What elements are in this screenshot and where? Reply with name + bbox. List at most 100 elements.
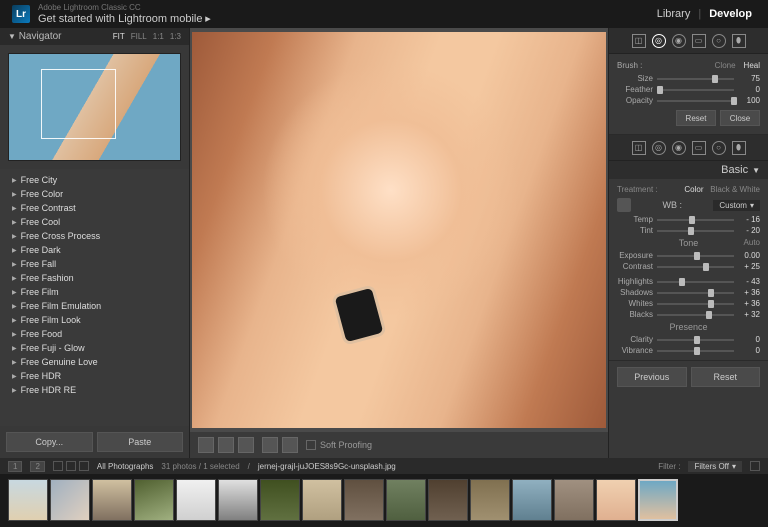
graduated-filter-icon-2[interactable]: ▭ [692,141,706,155]
highlights-slider[interactable] [657,278,734,286]
brush-close-button[interactable]: Close [720,110,760,126]
preset-folder[interactable]: ▶Free Food [0,327,189,341]
navigator-collapse-icon[interactable]: ▼ [8,32,16,41]
auto-tone-button[interactable]: Auto [744,238,760,247]
contrast-slider[interactable] [657,263,734,271]
brush-heal-tab[interactable]: Heal [744,61,760,70]
radial-filter-icon-2[interactable]: ○ [712,141,726,155]
crop-tool-icon[interactable]: ◫ [632,34,646,48]
copy-button[interactable]: Copy... [6,432,93,452]
reset-button[interactable]: Reset [691,367,761,387]
zoom-fill[interactable]: FILL [131,32,147,41]
filter-select[interactable]: Filters Off▾ [688,461,742,472]
previous-button[interactable]: Previous [617,367,687,387]
preset-folder[interactable]: ▶Free Cool [0,215,189,229]
preset-folder[interactable]: ▶Free Fuji - Glow [0,341,189,355]
before-after-lr-icon[interactable] [218,437,234,453]
treatment-color[interactable]: Color [684,185,703,194]
spot-removal-tool-icon-2[interactable]: ◎ [652,141,666,155]
clarity-slider[interactable] [657,336,734,344]
adjustment-brush-icon[interactable]: ⬮ [732,34,746,48]
brush-clone-tab[interactable]: Clone [715,61,736,70]
thumbnail[interactable] [260,479,300,521]
temp-slider[interactable] [657,216,734,224]
redeye-tool-icon[interactable]: ◉ [672,34,686,48]
treatment-bw[interactable]: Black & White [710,185,760,194]
navigator-label: Navigator [19,31,62,42]
thumbnail[interactable] [386,479,426,521]
thumbnail[interactable] [344,479,384,521]
thumbnail[interactable] [8,479,48,521]
shadows-slider[interactable] [657,289,734,297]
zoom-fit[interactable]: FIT [113,32,125,41]
tint-slider[interactable] [657,227,734,235]
size-slider[interactable] [657,75,734,83]
preset-folder[interactable]: ▶Free Film Look [0,313,189,327]
loupe-view-icon[interactable] [198,437,214,453]
thumbnail-selected[interactable] [638,479,678,521]
thumbnail[interactable] [302,479,342,521]
grid-view-icon[interactable] [53,461,63,471]
blacks-slider[interactable] [657,311,734,319]
preset-folder[interactable]: ▶Free Genuine Love [0,355,189,369]
nav-fwd-icon[interactable] [79,461,89,471]
thumbnail[interactable] [428,479,468,521]
brush-reset-button[interactable]: Reset [676,110,716,126]
navigator-view-rect[interactable] [41,69,116,139]
zoom-1-1[interactable]: 1:1 [153,32,164,41]
nav-back-icon[interactable] [66,461,76,471]
identity-arrow-icon[interactable]: ▸ [205,13,211,25]
preset-folder[interactable]: ▶Free Cross Process [0,229,189,243]
before-after-tb-icon[interactable] [238,437,254,453]
filmstrip[interactable] [0,474,768,526]
thumbnail[interactable] [134,479,174,521]
vibrance-slider[interactable] [657,347,734,355]
feather-slider[interactable] [657,86,734,94]
module-develop[interactable]: Develop [705,6,756,22]
display-2[interactable]: 2 [30,461,44,472]
thumbnail[interactable] [470,479,510,521]
redeye-tool-icon-2[interactable]: ◉ [672,141,686,155]
basic-panel-label[interactable]: Basic [721,164,748,176]
preset-folder[interactable]: ▶Free Fashion [0,271,189,285]
thumbnail[interactable] [554,479,594,521]
preset-folder[interactable]: ▶Free Color [0,187,189,201]
graduated-filter-icon[interactable]: ▭ [692,34,706,48]
wb-picker-icon[interactable] [617,198,631,212]
filter-lock-icon[interactable] [750,461,760,471]
paste-button[interactable]: Paste [97,432,184,452]
identity-title[interactable]: Get started with Lightroom mobile [38,13,202,25]
basic-collapse-icon[interactable]: ▼ [752,166,760,175]
preset-folder[interactable]: ▶Free Contrast [0,201,189,215]
preset-folder[interactable]: ▶Free Film [0,285,189,299]
thumbnail[interactable] [92,479,132,521]
preset-folder[interactable]: ▶Free HDR [0,369,189,383]
navigator-preview[interactable] [8,53,181,161]
breadcrumb[interactable]: All Photographs [97,462,153,471]
whites-slider[interactable] [657,300,734,308]
main-photo[interactable] [192,32,606,428]
display-1[interactable]: 1 [8,461,22,472]
thumbnail[interactable] [176,479,216,521]
preset-folder[interactable]: ▶Free Fall [0,257,189,271]
zoom-1-3[interactable]: 1:3 [170,32,181,41]
preset-folder[interactable]: ▶Free City [0,173,189,187]
preset-folder[interactable]: ▶Free Dark [0,243,189,257]
soft-proofing-checkbox[interactable] [306,440,316,450]
thumbnail[interactable] [512,479,552,521]
crop-tool-icon-2[interactable]: ◫ [632,141,646,155]
thumbnail[interactable] [50,479,90,521]
exposure-slider[interactable] [657,252,734,260]
radial-filter-icon[interactable]: ○ [712,34,726,48]
adjustment-brush-icon-2[interactable]: ⬮ [732,141,746,155]
opacity-slider[interactable] [657,97,734,105]
thumbnail[interactable] [218,479,258,521]
module-library[interactable]: Library [653,6,695,22]
swap-icon[interactable] [262,437,278,453]
spot-removal-tool-icon[interactable]: ◎ [652,34,666,48]
wb-select[interactable]: Custom▾ [713,200,760,211]
thumbnail[interactable] [596,479,636,521]
preset-folder[interactable]: ▶Free Film Emulation [0,299,189,313]
preset-folder[interactable]: ▶Free HDR RE [0,383,189,397]
copy-before-icon[interactable] [282,437,298,453]
